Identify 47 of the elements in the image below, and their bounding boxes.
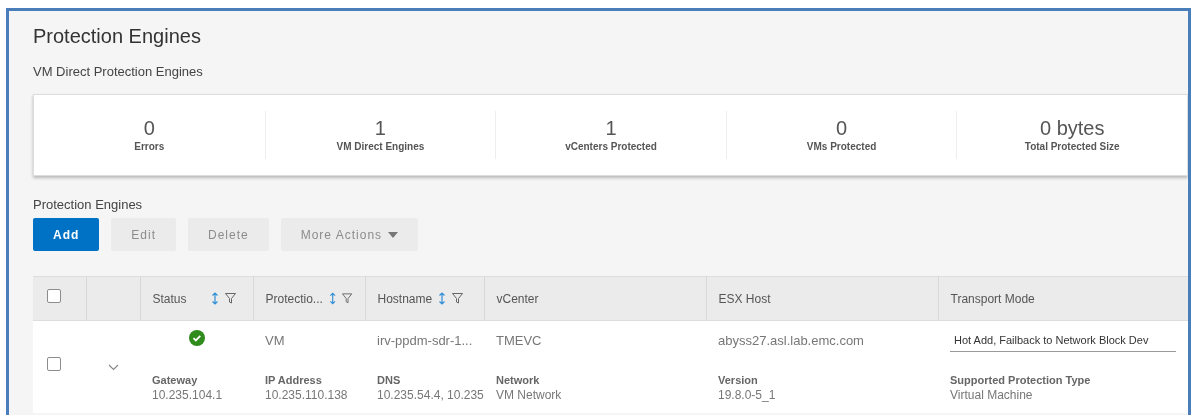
table-cell: VM — [265, 333, 285, 348]
column-header: Hostname — [377, 290, 433, 308]
column-header: ESX Host — [718, 290, 771, 308]
detail-label: Gateway — [152, 372, 198, 387]
detail-value: Virtual Machine — [950, 386, 1033, 404]
table-cell: abyss27.asl.lab.emc.com — [718, 333, 864, 348]
filter-icon[interactable] — [452, 293, 464, 304]
column-header: Status — [152, 290, 187, 308]
detail-value: VM Network — [496, 386, 562, 404]
sort-icon[interactable] — [328, 292, 337, 305]
filter-icon[interactable] — [342, 293, 353, 304]
sort-icon[interactable] — [438, 292, 447, 305]
stat-value: 0 — [836, 116, 848, 140]
page-title: Protection Engines — [33, 24, 201, 49]
caret-icon — [388, 231, 399, 238]
chevron-icon[interactable] — [107, 364, 119, 372]
detail-value: 10.235.104.1 — [152, 386, 223, 404]
toolbar-button[interactable]: Add — [33, 218, 100, 251]
checkbox[interactable] — [47, 289, 61, 303]
stat-value: 0 — [143, 116, 155, 140]
stat-label: VMs Protected — [806, 140, 877, 154]
detail-value: 10.235.110.138 — [265, 386, 348, 404]
stat-label: vCenters Protected — [565, 140, 657, 154]
stat-value: 0 bytes — [1039, 116, 1105, 140]
table-cell: TMEVC — [496, 333, 542, 348]
detail-label: DNS — [377, 372, 401, 387]
detail-label: Network — [496, 372, 540, 387]
column-header: Transport Mode — [950, 290, 1035, 308]
section-subtitle: VM Direct Protection Engines — [33, 64, 203, 80]
column-header: Protectio... — [265, 290, 323, 308]
column-header: vCenter — [496, 290, 539, 308]
stat-label: Errors — [134, 140, 165, 154]
transport-mode-field[interactable]: Hot Add, Failback to Network Block Dev — [950, 329, 1176, 352]
filter-icon[interactable] — [224, 293, 236, 304]
checkbox[interactable] — [47, 357, 61, 372]
stat-label: Total Protected Size — [1024, 140, 1120, 154]
detail-value: 10.235.54.4, 10.235 — [377, 386, 484, 404]
detail-label: Supported Protection Type — [950, 372, 1091, 387]
stat-value: 1 — [374, 116, 386, 140]
detail-label: IP Address — [265, 372, 322, 387]
detail-label: Version — [718, 372, 758, 387]
stat-label: VM Direct Engines — [336, 140, 425, 154]
table-cell: irv-ppdm-sdr-1... — [377, 333, 473, 348]
section-title: Protection Engines — [33, 197, 143, 213]
stat-value: 1 — [605, 116, 617, 140]
detail-value: 19.8.0-5_1 — [718, 386, 776, 404]
sort-icon[interactable] — [210, 292, 219, 305]
